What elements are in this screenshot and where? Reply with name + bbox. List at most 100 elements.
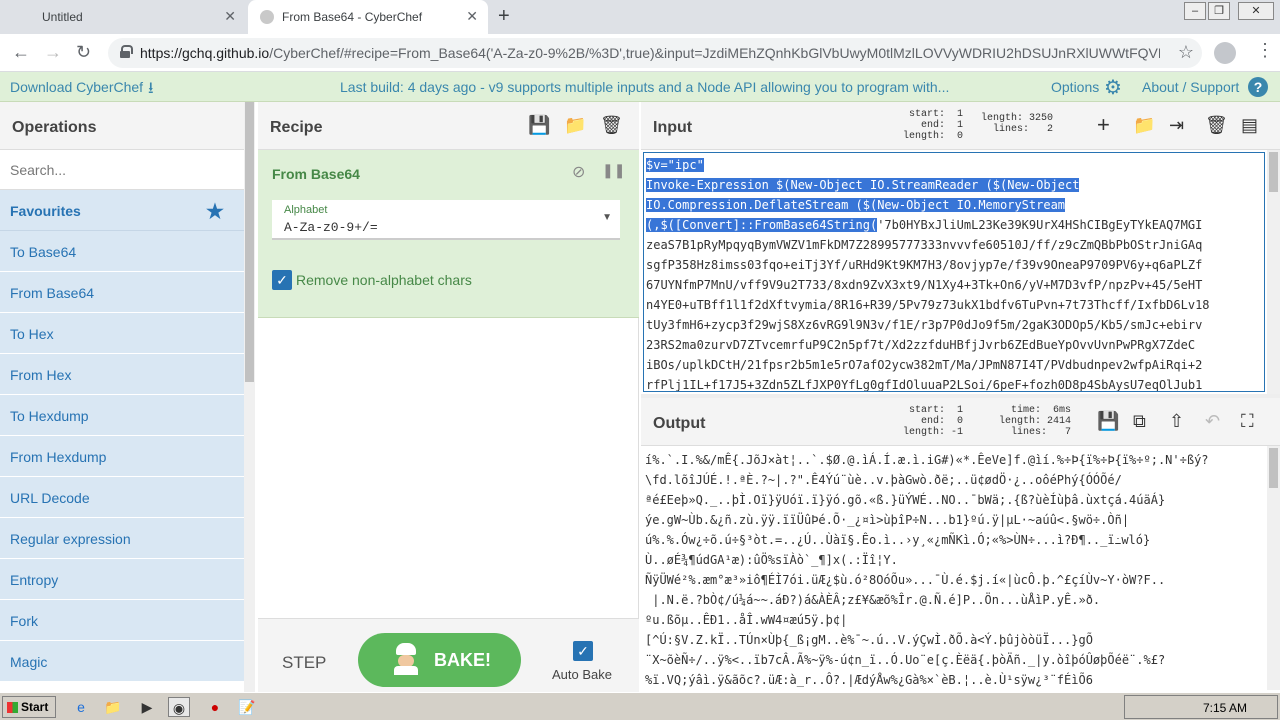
operations-header: Operations <box>0 102 244 150</box>
operation-fork[interactable]: Fork <box>0 600 244 641</box>
auto-bake-checkbox[interactable]: ✓ <box>573 641 593 661</box>
clear-input-trash-icon[interactable]: 🗑 <box>1205 115 1228 136</box>
breakpoint-pause-icon[interactable]: ❚❚ <box>602 162 625 179</box>
chrome-icon[interactable]: ◉ <box>168 697 190 717</box>
download-icon[interactable]: ⭳ <box>148 77 154 104</box>
remove-non-alphabet-checkbox[interactable]: ✓ <box>272 270 292 290</box>
operation-to-base64[interactable]: To Base64 <box>0 231 244 272</box>
url-text[interactable]: https://gchq.github.io/CyberChef/#recipe… <box>140 45 1160 61</box>
chef-icon <box>392 643 420 675</box>
minimize-icon[interactable]: – <box>1184 2 1206 20</box>
recipe-operation-card: From Base64 ⊘ ❚❚ Alphabet A-Za-z0-9+/= ▼… <box>258 150 639 318</box>
about-support-link[interactable]: About / Support <box>1142 79 1239 95</box>
close-tab-icon[interactable]: ✕ <box>224 8 236 25</box>
undo-icon[interactable]: ↶ <box>1205 411 1220 432</box>
reset-layout-icon[interactable]: ▤ <box>1241 115 1258 136</box>
clock[interactable]: 7:15 AM <box>1203 701 1247 715</box>
lock-icon <box>120 45 133 58</box>
operation-regular-expression[interactable]: Regular expression <box>0 518 244 559</box>
input-header: Input start: 1 end: 1 length: 0 length: … <box>641 102 1280 150</box>
media-player-icon[interactable]: ▶ <box>136 697 158 717</box>
input-textarea[interactable]: $v="ipc" Invoke-Expression $(New-Object … <box>643 152 1265 392</box>
input-title: Input <box>653 119 693 136</box>
output-header: Output start: 1 end: 0 length: -1 time: … <box>641 398 1280 446</box>
operations-panel: Operations Search... Favourites ★ To Bas… <box>0 102 255 692</box>
output-textarea[interactable]: í%.`.I.%&/mÊ{.JõJ×àt¦..`.$Ø.@.ìÁ.Í.æ.ì.i… <box>643 448 1265 688</box>
save-output-icon[interactable]: 💾 <box>1097 411 1119 432</box>
tab-title: Untitled <box>42 10 83 24</box>
output-scrollbar[interactable] <box>1267 446 1280 690</box>
output-selection-stats: start: 1 end: 0 length: -1 <box>903 405 964 438</box>
system-tray: 7:15 AM <box>1124 695 1278 719</box>
operation-to-hex[interactable]: To Hex <box>0 313 244 354</box>
input-length-stats: length: 3250 lines: 2 <box>980 113 1053 135</box>
operation-from-hex[interactable]: From Hex <box>0 354 244 395</box>
operation-from-base64[interactable]: From Base64 <box>0 272 244 313</box>
operation-from-hexdump[interactable]: From Hexdump <box>0 436 244 477</box>
add-input-icon[interactable]: + <box>1097 112 1110 138</box>
recipe-controls: STEP BAKE! ✓ Auto Bake <box>258 618 639 692</box>
replace-input-icon[interactable]: ⇧ <box>1169 411 1184 432</box>
favourites-category[interactable]: Favourites ★ <box>0 190 244 231</box>
save-recipe-icon[interactable]: 💾 <box>528 115 550 136</box>
favourite-star-icon[interactable]: ★ <box>206 199 224 224</box>
alphabet-select[interactable]: Alphabet A-Za-z0-9+/= ▼ <box>272 200 620 240</box>
notepad-icon[interactable]: 📝 <box>236 697 258 717</box>
options-link[interactable]: Options <box>1051 79 1099 95</box>
remove-non-alphabet-label[interactable]: Remove non-alphabet chars <box>296 272 472 288</box>
operation-entropy[interactable]: Entropy <box>0 559 244 600</box>
reload-icon[interactable]: ↻ <box>76 42 91 63</box>
favourites-label: Favourites <box>10 203 81 219</box>
maximise-output-icon[interactable]: ⛶ <box>1241 411 1254 432</box>
close-tab-icon[interactable]: ✕ <box>466 8 478 25</box>
tab-untitled[interactable]: Untitled ✕ <box>0 0 246 34</box>
address-bar: ← → ↻ https://gchq.github.io/CyberChef/#… <box>0 34 1280 72</box>
gear-icon[interactable]: ⚙ <box>1104 75 1122 100</box>
load-recipe-folder-icon[interactable]: 📁 <box>564 115 586 136</box>
open-file-folder-icon[interactable]: 📁 <box>1133 115 1155 136</box>
auto-bake-label[interactable]: Auto Bake <box>552 667 612 682</box>
browser-menu-icon[interactable]: ⋮ <box>1256 40 1274 61</box>
help-icon[interactable]: ? <box>1248 77 1268 97</box>
alphabet-label: Alphabet <box>284 204 328 216</box>
disable-operation-icon[interactable]: ⊘ <box>572 162 585 182</box>
operations-search-input[interactable]: Search... <box>0 150 244 190</box>
back-icon[interactable]: ← <box>12 42 30 63</box>
operations-scrollbar[interactable] <box>244 102 255 692</box>
output-panel: Output start: 1 end: 0 length: -1 time: … <box>641 398 1280 690</box>
build-notice[interactable]: Last build: 4 days ago - v9 supports mul… <box>340 79 949 95</box>
operations-list: To Base64 From Base64 To Hex From Hex To… <box>0 231 244 682</box>
tab-title: From Base64 - CyberChef <box>282 10 423 24</box>
open-file-in-icon[interactable]: ⇥ <box>1169 115 1184 136</box>
operation-magic[interactable]: Magic <box>0 641 244 682</box>
input-selection-stats: start: 1 end: 1 length: 0 <box>903 109 964 142</box>
ie-icon[interactable]: e <box>70 697 92 717</box>
restore-icon[interactable]: ❐ <box>1208 2 1230 20</box>
recipe-header: Recipe 💾 📁 🗑 <box>258 102 639 150</box>
start-button[interactable]: Start <box>2 696 56 718</box>
bookmark-star-icon[interactable]: ☆ <box>1178 42 1194 63</box>
step-button[interactable]: STEP <box>282 653 326 673</box>
url-omnibox[interactable]: https://gchq.github.io/CyberChef/#recipe… <box>108 38 1202 68</box>
forward-icon[interactable]: → <box>44 42 62 63</box>
bake-button[interactable]: BAKE! <box>358 633 521 687</box>
input-scrollbar[interactable] <box>1267 150 1280 394</box>
operation-url-decode[interactable]: URL Decode <box>0 477 244 518</box>
new-tab-icon[interactable]: + <box>498 5 510 28</box>
download-cyberchef-link[interactable]: Download CyberChef <box>10 79 143 95</box>
chevron-down-icon: ▼ <box>602 212 612 223</box>
bake-label: BAKE! <box>434 650 491 670</box>
clear-recipe-trash-icon[interactable]: 🗑 <box>600 115 623 136</box>
window-close-icon[interactable]: ✕ <box>1238 2 1274 20</box>
profile-avatar[interactable] <box>1214 42 1236 64</box>
output-title: Output <box>653 415 706 432</box>
operation-to-hexdump[interactable]: To Hexdump <box>0 395 244 436</box>
recipe-title: Recipe <box>270 119 323 136</box>
explorer-folder-icon[interactable]: 📁 <box>102 697 124 717</box>
recipe-operation-name: From Base64 <box>272 166 360 182</box>
copy-output-icon[interactable]: ⧉ <box>1133 411 1146 432</box>
tab-cyberchef[interactable]: From Base64 - CyberChef ✕ <box>248 0 488 34</box>
windows-taskbar: Start e 📁 ▶ ◉ ● 📝 7:15 AM <box>0 692 1280 720</box>
antivirus-icon[interactable]: ● <box>204 697 226 717</box>
output-length-stats: time: 6ms length: 2414 lines: 7 <box>998 405 1071 438</box>
